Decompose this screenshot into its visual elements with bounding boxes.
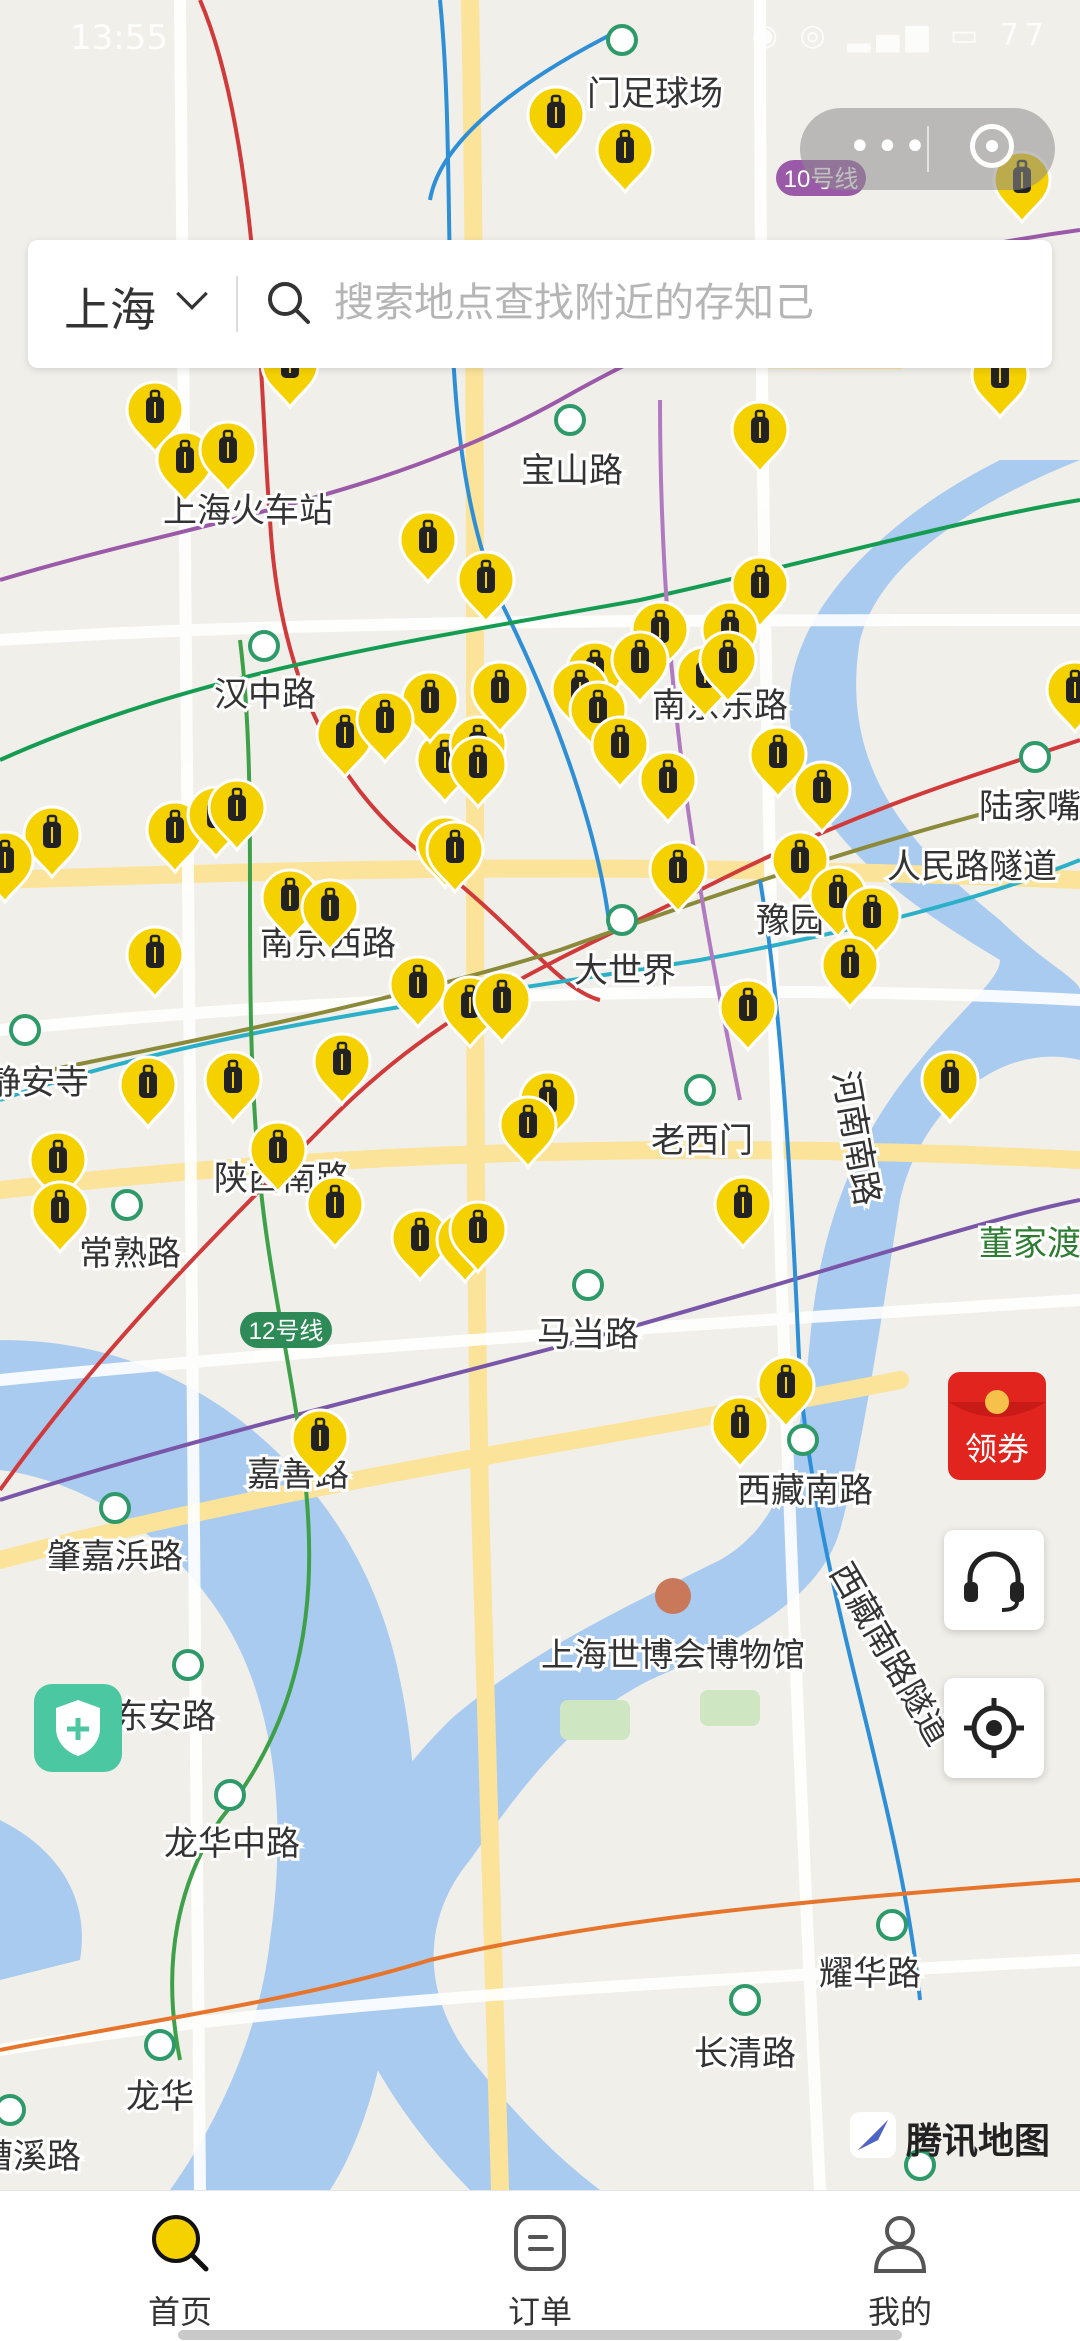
tencent-map-logo-icon bbox=[850, 2112, 896, 2158]
museum-poi-icon[interactable] bbox=[655, 1578, 691, 1614]
coupon-label: 领券 bbox=[965, 1431, 1029, 1467]
headset-icon bbox=[964, 1551, 1024, 1612]
line-badge-12: 12号线 bbox=[249, 1318, 324, 1345]
place-label: 东安路 bbox=[114, 1698, 216, 1736]
status-time: 13:55 bbox=[70, 18, 168, 58]
place-label: 人民路隧道 bbox=[887, 848, 1057, 886]
locate-icon bbox=[964, 1698, 1024, 1758]
luggage-icon bbox=[1066, 677, 1080, 703]
luggage-icon bbox=[0, 847, 14, 873]
place-label: 龙华 bbox=[126, 2078, 194, 2116]
tab-profile[interactable]: 我的 bbox=[800, 2191, 1000, 2341]
tab-profile-label: 我的 bbox=[867, 2293, 932, 2331]
place-label: 汉中路 bbox=[214, 676, 316, 714]
search-icon bbox=[268, 282, 310, 324]
tab-orders-label: 订单 bbox=[507, 2293, 572, 2331]
tencent-map-label: 腾讯地图 bbox=[906, 2121, 1051, 2162]
place-label: 肇嘉浜路 bbox=[47, 1538, 183, 1576]
place-label: 龙华中路 bbox=[164, 1825, 300, 1863]
status-icons: ◉ ◎ ▂▄▆ ▭ 77 bbox=[751, 18, 1050, 53]
place-label: 耀华路 bbox=[819, 1955, 921, 1993]
place-label: 马当路 bbox=[537, 1316, 639, 1354]
place-label: 老西门 bbox=[651, 1122, 753, 1160]
place-label: 董家渡 bbox=[979, 1225, 1080, 1263]
place-label: 陆家嘴 bbox=[979, 788, 1080, 826]
safety-button[interactable] bbox=[34, 1684, 122, 1772]
coupon-button[interactable]: 领券 bbox=[942, 1362, 1062, 1488]
user-icon bbox=[873, 2216, 927, 2273]
place-label: 静安寺 bbox=[0, 1064, 89, 1102]
more-icon[interactable]: ••• bbox=[848, 124, 931, 170]
locate-button[interactable] bbox=[944, 1678, 1044, 1778]
city-selector[interactable]: 上海 bbox=[64, 274, 156, 340]
tab-home-label: 首页 bbox=[147, 2293, 212, 2331]
tab-home[interactable]: 首页 bbox=[80, 2191, 280, 2341]
place-label: 常熟路 bbox=[79, 1235, 181, 1273]
red-envelope-icon: 领券 bbox=[948, 1372, 1046, 1480]
battery-level: 77 bbox=[999, 18, 1050, 53]
search-input[interactable] bbox=[332, 270, 1026, 336]
place-label: 宝山路 bbox=[521, 452, 623, 490]
place-label: 上海世博会博物馆 bbox=[541, 1636, 805, 1673]
tab-bar: 首页 订单 我的 bbox=[0, 2190, 1080, 2341]
status-bar: 13:55 ◉ ◎ ▂▄▆ ▭ 77 bbox=[0, 0, 1080, 80]
place-label: 西藏南路 bbox=[737, 1472, 873, 1510]
order-icon bbox=[514, 2215, 566, 2271]
chevron-down-icon[interactable] bbox=[176, 278, 208, 310]
close-miniprogram-icon[interactable] bbox=[970, 124, 1014, 168]
place-label: 大世界 bbox=[574, 952, 676, 990]
customer-service-button[interactable] bbox=[944, 1530, 1044, 1630]
search-divider bbox=[236, 276, 238, 332]
place-label: 漕溪路 bbox=[0, 2138, 81, 2176]
search-icon bbox=[152, 2215, 209, 2272]
capsule-divider bbox=[927, 126, 929, 172]
place-label: 门足球场 bbox=[587, 75, 723, 113]
place-label: 长清路 bbox=[694, 2035, 796, 2073]
miniprogram-capsule: ••• bbox=[800, 108, 1055, 190]
shield-icon bbox=[56, 1700, 100, 1756]
tab-orders[interactable]: 订单 bbox=[440, 2191, 640, 2341]
search-bar: 上海 bbox=[28, 240, 1052, 368]
home-indicator bbox=[178, 2330, 902, 2340]
